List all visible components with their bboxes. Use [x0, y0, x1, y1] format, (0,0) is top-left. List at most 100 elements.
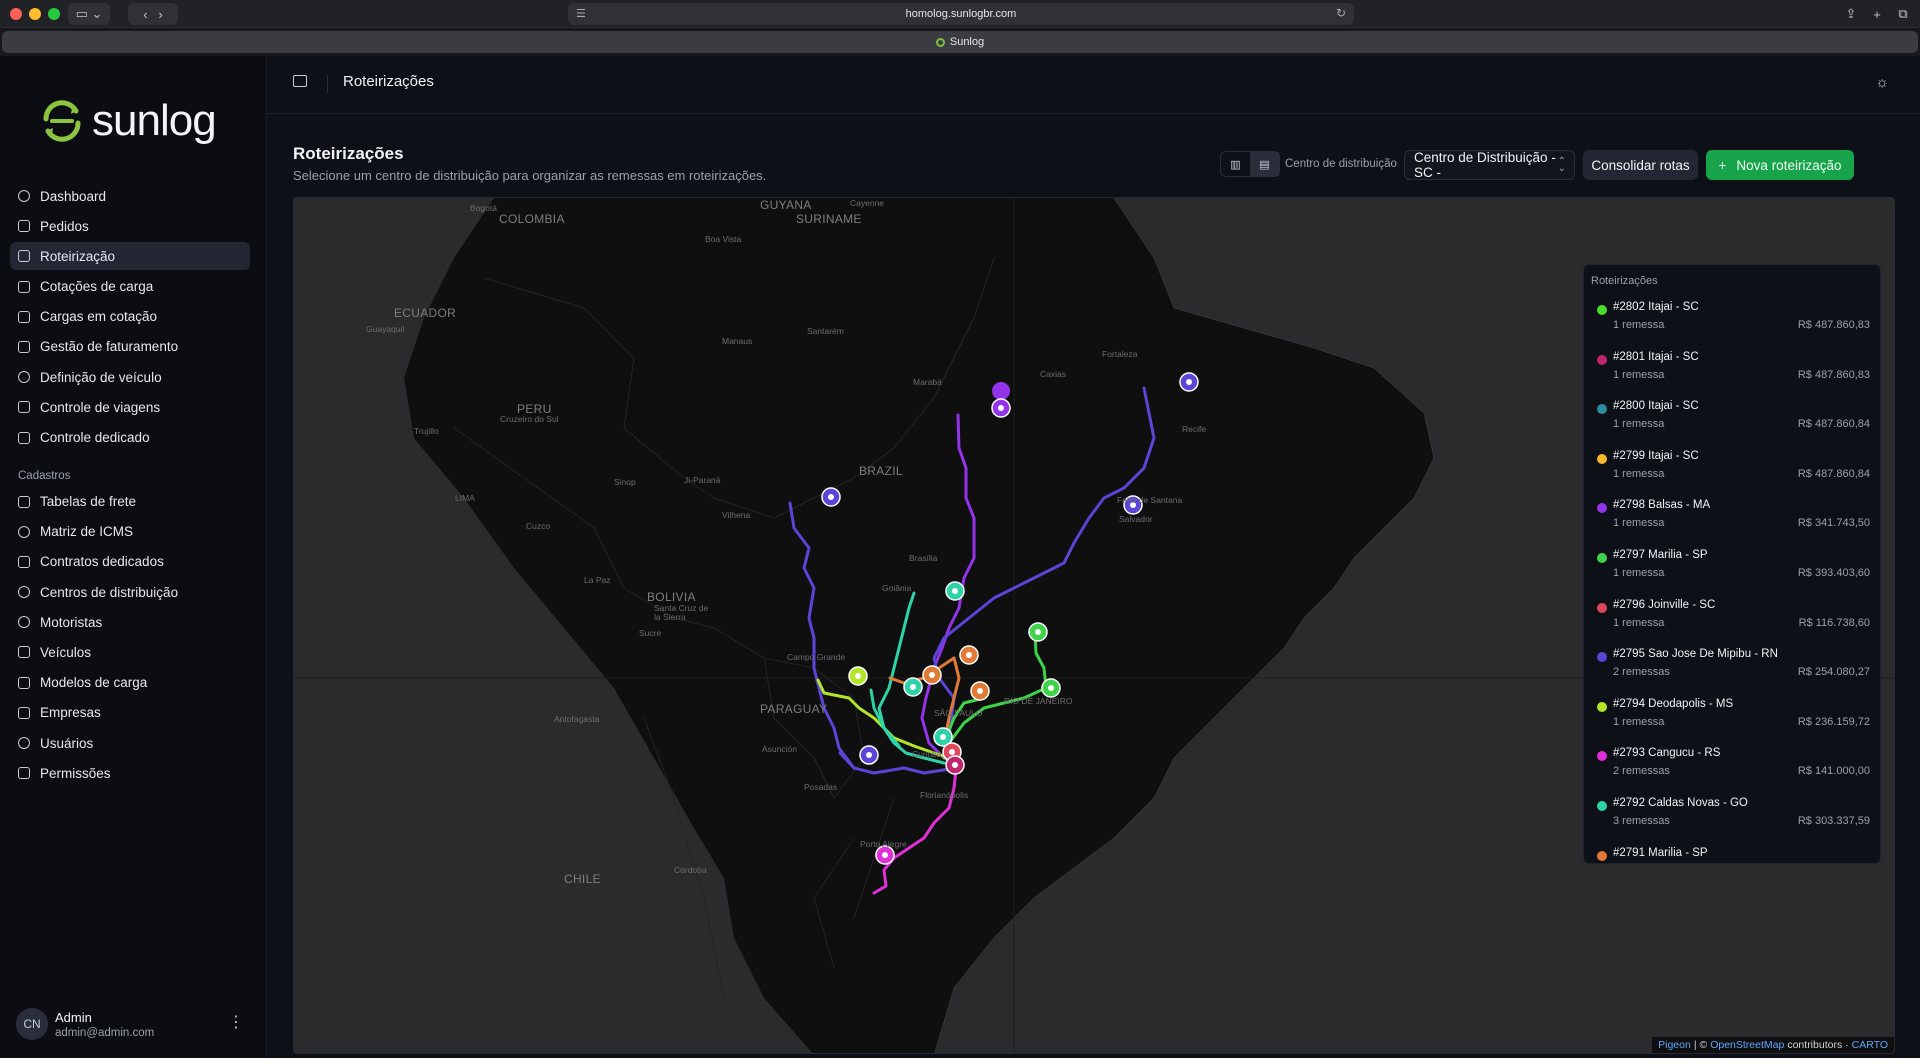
map-label-chile: CHILE [564, 872, 601, 886]
route-value: R$ 254.080,27 [1797, 666, 1870, 679]
more-options-icon[interactable]: ⋮ [228, 1012, 244, 1032]
marker-2794[interactable] [848, 666, 868, 686]
route-name: #2801 Itajai - SC [1613, 350, 1699, 363]
tab-title: Sunlog [949, 36, 985, 48]
route-name: #2800 Itajai - SC [1613, 400, 1699, 413]
route-count: 2 remessas [1613, 666, 1670, 679]
marker-2792-go[interactable] [945, 581, 965, 601]
route-item[interactable]: #2801 Itajai - SC 1 remessa R$ 487.860,83 [1584, 345, 1880, 395]
nav-matriz-de-icms[interactable]: Matriz de ICMS [10, 518, 250, 546]
attribution-pigeon-link[interactable]: Pigeon [1658, 1039, 1691, 1051]
map-view-icon[interactable]: ▤ [1250, 152, 1279, 176]
attribution-osm-link[interactable]: OpenStreetMap [1710, 1039, 1784, 1051]
route-item[interactable]: #2791 Marilia - SP [1584, 841, 1880, 863]
route-color-dot [1597, 354, 1607, 365]
nav-usuarios[interactable]: Usuários [10, 729, 250, 757]
route-value: R$ 236.159,72 [1797, 715, 1870, 728]
theme-toggle-icon[interactable]: ☼ [1875, 74, 1889, 91]
close-window-button[interactable] [10, 8, 22, 20]
marker-2797-a[interactable] [1028, 622, 1048, 642]
route-item[interactable]: #2792 Caldas Novas - GO 3 remessas R$ 303.… [1584, 791, 1880, 841]
nav-controle-dedicado[interactable]: Controle dedicado [10, 424, 250, 452]
route-name: #2797 Marilia - SP [1613, 548, 1708, 561]
marker-2791-b[interactable] [959, 645, 979, 665]
marker-2791-a[interactable] [922, 665, 942, 685]
nav-tabelas-de-frete[interactable]: Tabelas de frete [10, 488, 250, 516]
sidebar-toggle-icon[interactable]: ▭ ⌄ [68, 3, 110, 25]
marker-2791-c[interactable] [970, 681, 990, 701]
route-item[interactable]: #2793 Cangucu - RS 2 remessas R$ 141.000,0… [1584, 741, 1880, 791]
tab-sunlog[interactable]: Sunlog [2, 31, 1918, 53]
route-name: #2794 Deodapolis - MS [1613, 697, 1734, 710]
map-label-guayaquil: Guayaquil [366, 324, 405, 334]
route-name: #2793 Cangucu - RS [1613, 747, 1721, 760]
nav-label: Pedidos [40, 218, 89, 234]
map-label-brasilia: Brasília [909, 553, 938, 563]
tab-overview-icon[interactable]: ⧉ [1892, 3, 1914, 25]
sunlog-logo[interactable]: sunlog [38, 96, 217, 146]
route-name: #2802 Itajai - SC [1613, 301, 1699, 313]
nav-controle-de-viagens[interactable]: Controle de viagens [10, 393, 250, 421]
map-label-cordoba: Córdoba [674, 865, 707, 875]
marker-2795-py[interactable] [859, 745, 879, 765]
share-icon[interactable]: ⇪ [1840, 3, 1862, 25]
route-color-dot [1597, 305, 1607, 315]
map-label-cuzco: Cuzco [526, 521, 551, 531]
route-item[interactable]: #2795 Sao Jose De Mipibu - RN 2 remessas R… [1584, 642, 1880, 692]
route-list: #2802 Itajai - SC 1 remessa R$ 487.860,83 #… [1584, 295, 1880, 863]
nav-contratos-dedicados[interactable]: Contratos dedicados [10, 548, 250, 576]
nav-dashboard[interactable]: Dashboard [10, 182, 250, 210]
kanban-view-icon[interactable]: ▥ [1221, 152, 1250, 176]
attribution-carto-link[interactable]: CARTO [1852, 1039, 1888, 1051]
nav-roteirizacao[interactable]: Roteirização [10, 242, 250, 271]
main-content: Roteirizações ☼ Roteirizações Selecione … [266, 56, 1920, 1058]
nav-label: Controle dedicado [40, 430, 150, 445]
page-menu-icon[interactable]: ☰ [576, 7, 586, 20]
marker-2801[interactable] [945, 755, 965, 775]
marker-2792-ms[interactable] [903, 677, 923, 697]
zoom-window-button[interactable] [48, 8, 60, 20]
nav-label: Contratos dedicados [40, 554, 164, 570]
nav-motoristas[interactable]: Motoristas [10, 608, 250, 636]
attribution-mid: contributors · [1787, 1039, 1849, 1051]
map-label-guyana: GUYANA [760, 198, 812, 212]
route-item[interactable]: #2796 Joinville - SC 1 remessa R$ 116.738,… [1584, 593, 1880, 643]
route-value: R$ 487.860,83 [1797, 319, 1870, 331]
user-menu[interactable]: CN Admin admin@admin.com ⋮ [16, 1004, 248, 1044]
route-item[interactable]: #2802 Itajai - SC 1 remessa R$ 487.860,83 [1584, 295, 1880, 345]
route-color-dot [1597, 701, 1607, 712]
nav-label: Centros de distribuição [40, 584, 179, 600]
nav-veiculos[interactable]: Veículos [10, 638, 250, 666]
sidebar-toggle-icon[interactable] [293, 75, 307, 87]
route-item[interactable]: #2797 Marilia - SP 1 remessa R$ 393.403,60 [1584, 543, 1880, 593]
marker-2797-b[interactable] [1041, 678, 1061, 698]
nav-pedidos[interactable]: Pedidos [10, 212, 250, 240]
nova-roteirizacao-button[interactable]: + Nova roteirização [1706, 150, 1854, 180]
consolidar-rotas-button[interactable]: Consolidar rotas [1583, 150, 1698, 180]
new-tab-icon[interactable]: + [1866, 3, 1888, 25]
nav-definicao-de-veiculo[interactable]: Definição de veículo [10, 363, 250, 391]
route-color-dot [1597, 404, 1607, 415]
marker-2795-rn[interactable] [1179, 372, 1199, 392]
minimize-window-button[interactable] [29, 8, 41, 20]
route-name: #2796 Joinville - SC [1613, 598, 1716, 611]
route-item[interactable]: #2799 Itajai - SC 1 remessa R$ 487.860,84 [1584, 444, 1880, 494]
nav-centros-de-distribuicao[interactable]: Centros de distribuição [10, 578, 250, 606]
back-forward-icon[interactable]: ‹ › [128, 3, 178, 25]
nav-gestao-de-faturamento[interactable]: Gestão de faturamento [10, 333, 250, 361]
reload-icon[interactable]: ↻ [1336, 6, 1346, 20]
file-icon [18, 555, 30, 568]
cd-select[interactable]: Centro de Distribuição - SC - ⌃ ⌄ [1404, 150, 1575, 180]
marker-2795-ro[interactable] [821, 487, 841, 507]
nav-cotacoes-de-carga[interactable]: Cotações de carga [10, 273, 250, 301]
route-item[interactable]: #2800 Itajai - SC 1 remessa R$ 487.860,84 [1584, 394, 1880, 444]
route-value: R$ 487.860,83 [1797, 368, 1870, 381]
route-item[interactable]: #2798 Balsas - MA 1 remessa R$ 341.743,50 [1584, 493, 1880, 543]
nav-permissoes[interactable]: Permissões [10, 759, 250, 787]
nav-cargas-em-cotacao[interactable]: Cargas em cotação [10, 303, 250, 331]
route-name: #2795 Sao Jose De Mipibu - RN [1613, 648, 1778, 661]
address-bar[interactable]: ☰ homolog.sunlogbr.com ↻ [568, 3, 1354, 25]
nav-modelos-de-carga[interactable]: Modelos de carga [10, 669, 250, 697]
nav-empresas[interactable]: Empresas [10, 699, 250, 727]
route-item[interactable]: #2794 Deodapolis - MS 1 remessa R$ 236.159… [1584, 692, 1880, 742]
